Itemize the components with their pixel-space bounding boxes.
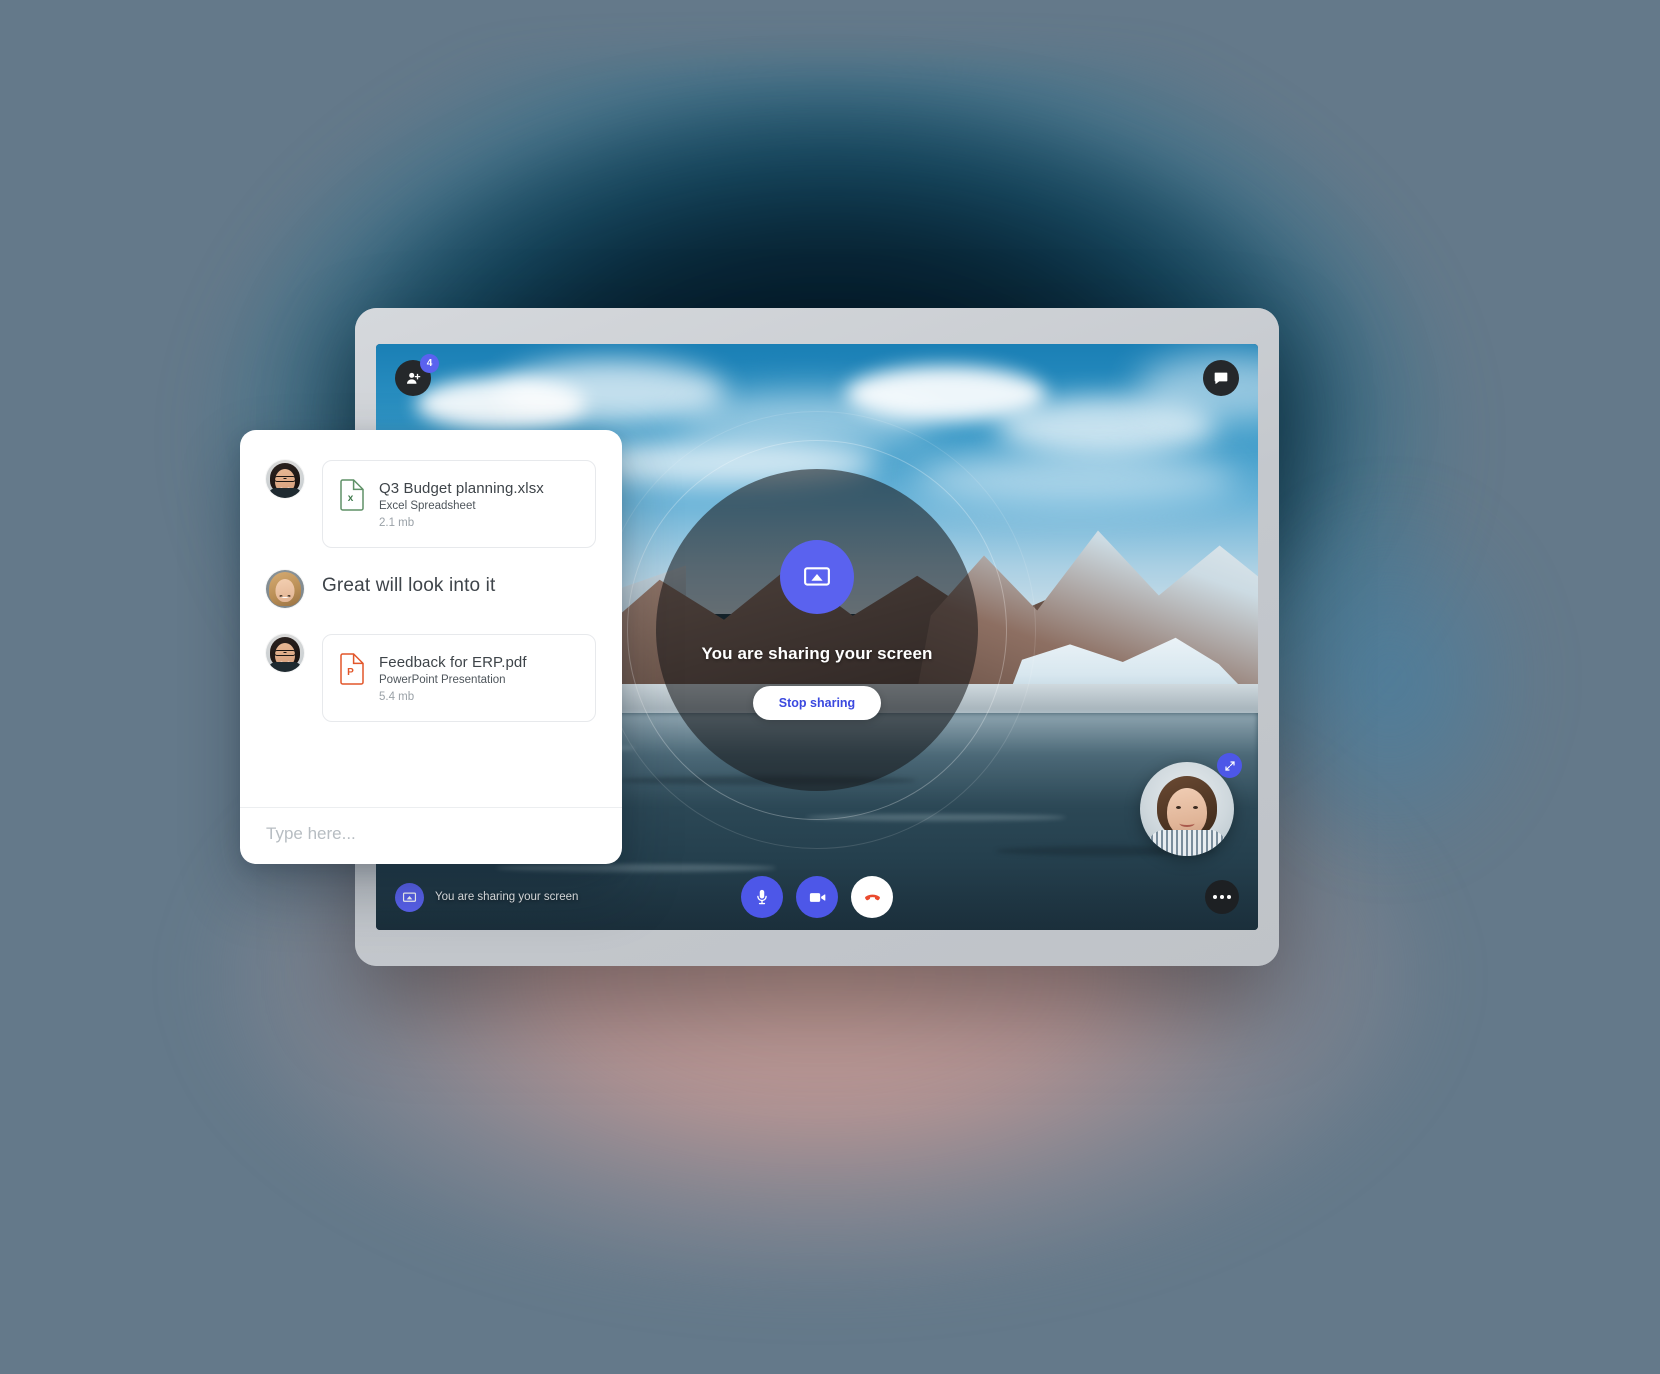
file-size: 2.1 mb xyxy=(379,517,415,529)
avatar-glasses xyxy=(274,650,296,656)
file-attachment-card[interactable]: P Feedback for ERP.pdf PowerPoint Presen… xyxy=(322,634,596,722)
primary-call-controls xyxy=(741,876,893,918)
woman-with-glasses-avatar xyxy=(266,460,304,498)
participants-button[interactable]: 4 xyxy=(395,354,439,396)
microphone-button[interactable] xyxy=(741,876,783,918)
file-name: Q3 Budget planning.xlsx xyxy=(379,480,544,497)
excel-file-icon: x xyxy=(339,479,365,516)
page-root: You are sharing your screen Stop sharing… xyxy=(0,0,1660,1374)
chat-message-list: x Q3 Budget planning.xlsx Excel Spreadsh… xyxy=(240,430,622,807)
selfview-expand-button[interactable] xyxy=(1217,753,1242,778)
selfview-shirt xyxy=(1148,830,1226,856)
avatar-smile xyxy=(280,594,290,598)
file-type: PowerPoint Presentation xyxy=(379,674,506,686)
chat-toggle-button[interactable] xyxy=(1203,360,1239,396)
file-meta: Feedback for ERP.pdf PowerPoint Presenta… xyxy=(379,653,527,703)
chat-message-input[interactable] xyxy=(266,824,596,844)
more-options-icon xyxy=(1227,895,1231,899)
more-options-button[interactable] xyxy=(1205,880,1239,914)
svg-text:x: x xyxy=(348,493,354,504)
expand-icon xyxy=(1224,760,1235,771)
file-size: 5.4 mb xyxy=(379,691,415,703)
avatar-shirt xyxy=(268,488,302,498)
video-camera-icon xyxy=(809,892,825,902)
cloud xyxy=(916,454,1236,504)
screen-cast-icon xyxy=(780,540,854,614)
selfview-video[interactable] xyxy=(1140,762,1234,856)
add-person-icon xyxy=(406,372,420,384)
svg-text:P: P xyxy=(347,667,354,678)
end-call-button[interactable] xyxy=(851,876,893,918)
selfview-face xyxy=(1167,788,1207,836)
file-meta: Q3 Budget planning.xlsx Excel Spreadshee… xyxy=(379,479,544,529)
woman-with-glasses-avatar xyxy=(266,634,304,672)
blonde-woman-avatar xyxy=(266,570,304,608)
chat-panel: x Q3 Budget planning.xlsx Excel Spreadsh… xyxy=(240,430,622,864)
avatar-glasses xyxy=(274,476,296,482)
avatar-face xyxy=(275,579,295,602)
microphone-icon xyxy=(757,889,767,905)
more-options-icon xyxy=(1220,895,1224,899)
selfview-eye xyxy=(1176,806,1181,809)
screen-share-overlay: You are sharing your screen Stop sharing xyxy=(656,469,978,791)
file-type: Excel Spreadsheet xyxy=(379,500,476,512)
selfview-eye xyxy=(1193,806,1198,809)
share-overlay-title: You are sharing your screen xyxy=(701,644,933,663)
more-options-icon xyxy=(1213,895,1217,899)
phone-hangup-icon xyxy=(864,894,880,900)
selfview-smile xyxy=(1179,820,1195,827)
avatar-shirt xyxy=(268,662,302,672)
water-ripple xyxy=(806,814,1066,821)
chat-message: Great will look into it xyxy=(266,570,596,608)
chat-text-message: Great will look into it xyxy=(322,575,496,596)
call-control-bar: You are sharing your screen xyxy=(376,864,1258,930)
camera-button[interactable] xyxy=(796,876,838,918)
file-attachment-card[interactable]: x Q3 Budget planning.xlsx Excel Spreadsh… xyxy=(322,460,596,548)
powerpoint-file-icon: P xyxy=(339,653,365,690)
chat-message: x Q3 Budget planning.xlsx Excel Spreadsh… xyxy=(266,460,596,548)
share-status: You are sharing your screen xyxy=(395,882,579,912)
participants-badge: 4 xyxy=(420,354,439,373)
screen-share-icon xyxy=(395,882,424,912)
chat-composer xyxy=(240,807,622,864)
share-status-text: You are sharing your screen xyxy=(435,891,579,903)
file-name: Feedback for ERP.pdf xyxy=(379,654,527,671)
chat-bubble-icon xyxy=(1214,372,1228,384)
stop-sharing-button[interactable]: Stop sharing xyxy=(752,686,882,720)
chat-message: P Feedback for ERP.pdf PowerPoint Presen… xyxy=(266,634,596,722)
